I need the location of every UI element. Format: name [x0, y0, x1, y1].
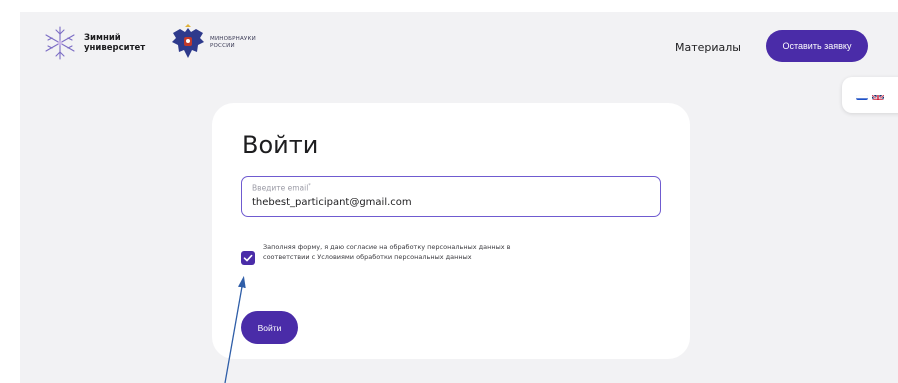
ministry-line-1: МИНОБРНАУКИ — [210, 36, 256, 42]
ministry-text: МИНОБРНАУКИ РОССИИ — [210, 36, 256, 50]
logo-line-1: Зимний — [84, 33, 121, 43]
logo-text: Зимний университет — [84, 33, 145, 53]
language-switcher — [842, 77, 898, 113]
login-button[interactable]: Войти — [241, 311, 298, 344]
winter-university-logo[interactable]: Зимний университет — [42, 22, 152, 64]
ministry-line-2: РОССИИ — [210, 43, 235, 49]
login-card: Войти Введите email* thebest_participant… — [212, 103, 690, 359]
ministry-logo[interactable]: МИНОБРНАУКИ РОССИИ — [170, 24, 256, 62]
page-title: Войти — [242, 131, 319, 159]
flag-ru-icon[interactable] — [856, 90, 868, 100]
email-label-text: Введите email — [252, 183, 309, 193]
consent-text: Заполняя форму, я даю согласие на обрабо… — [263, 243, 511, 261]
header: Зимний университет МИНОБРНАУКИ РОССИИ Ма… — [20, 12, 898, 82]
consent-checkbox[interactable] — [241, 251, 255, 265]
flag-uk-icon[interactable] — [872, 90, 884, 100]
email-label: Введите email* — [252, 183, 311, 193]
email-value[interactable]: thebest_participant@gmail.com — [252, 197, 412, 208]
nav-materials-link[interactable]: Материалы — [675, 41, 741, 54]
snowflake-icon — [45, 26, 75, 60]
required-mark: * — [308, 183, 311, 189]
email-field[interactable]: Введите email* thebest_participant@gmail… — [241, 176, 661, 217]
page-background: Зимний университет МИНОБРНАУКИ РОССИИ Ма… — [20, 12, 898, 383]
double-headed-eagle-icon — [172, 24, 204, 58]
apply-button[interactable]: Оставить заявку — [766, 30, 868, 62]
checkmark-icon — [243, 254, 253, 262]
logo-line-2: университет — [84, 43, 146, 53]
